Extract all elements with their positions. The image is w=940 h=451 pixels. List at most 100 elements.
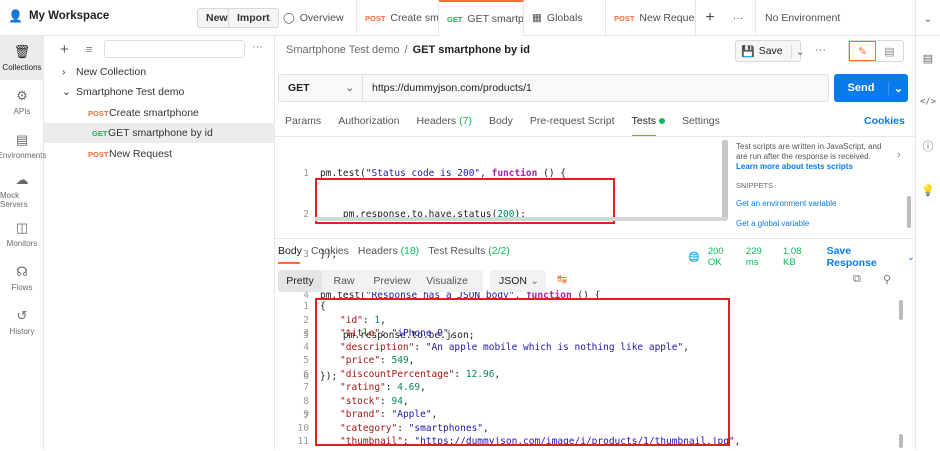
line-number: 8 bbox=[303, 395, 309, 407]
request-tabs: ◯ Overview POST Create sm GET GET smartp… bbox=[275, 0, 752, 36]
cookies-link[interactable]: Cookies bbox=[864, 115, 905, 127]
chevron-right-icon[interactable]: › bbox=[897, 149, 901, 161]
tab-raw[interactable]: Raw bbox=[322, 275, 366, 287]
tree-collection[interactable]: ⌄ Smartphone Test demo bbox=[44, 82, 275, 102]
environment-selector[interactable]: No Environment bbox=[755, 0, 915, 36]
format-select[interactable]: JSON ⌄ bbox=[490, 270, 546, 292]
url-input[interactable]: https://dummyjson.com/products/1 bbox=[363, 82, 532, 94]
tab-headers[interactable]: Headers (7) bbox=[416, 115, 471, 131]
rail-flows[interactable]: ☊ Flows bbox=[0, 256, 44, 300]
rail-mock-servers[interactable]: ☁ Mock Servers bbox=[0, 168, 44, 212]
method-badge: POST bbox=[365, 13, 386, 23]
send-button[interactable]: Send ⌄ bbox=[834, 74, 908, 102]
line-number: 5 bbox=[303, 355, 309, 366]
tab-test-results[interactable]: Test Results (2/2) bbox=[428, 245, 510, 257]
breadcrumb-collection[interactable]: Smartphone Test demo bbox=[286, 44, 400, 56]
method-label: GET bbox=[288, 82, 310, 94]
globals-icon: ▦ bbox=[532, 12, 542, 24]
info-icon[interactable]: ⓘ bbox=[916, 124, 940, 168]
rail-label: Collections bbox=[2, 63, 42, 72]
apis-icon: ⚙ bbox=[16, 88, 28, 103]
save-response-button[interactable]: Save Response bbox=[827, 245, 899, 269]
add-collection-plus-icon[interactable]: + bbox=[60, 41, 69, 58]
right-rail: ▤ </> ⓘ 💡 bbox=[915, 36, 940, 450]
comments-icon[interactable]: ▤ bbox=[876, 41, 903, 61]
tab-pre-request-script[interactable]: Pre-request Script bbox=[530, 115, 615, 131]
tab-authorization[interactable]: Authorization bbox=[338, 115, 399, 131]
chevron-down-icon[interactable]: ⌄ bbox=[790, 44, 805, 58]
tree-item-new-request[interactable]: POST New Request bbox=[44, 144, 275, 164]
search-icon[interactable]: ⚲ bbox=[883, 273, 891, 286]
tree-new-collection[interactable]: › New Collection bbox=[44, 62, 275, 82]
tab-params[interactable]: Params bbox=[285, 115, 321, 131]
scrollbar[interactable] bbox=[899, 300, 903, 320]
more-options-icon[interactable]: ··· bbox=[815, 44, 826, 56]
chevron-down-icon[interactable]: ⌄ bbox=[888, 81, 908, 95]
scrollbar[interactable] bbox=[722, 140, 728, 220]
tab-tests[interactable]: Tests bbox=[631, 115, 665, 137]
rail-label: APIs bbox=[13, 107, 31, 116]
scrollbar[interactable] bbox=[899, 434, 903, 448]
breadcrumb: Smartphone Test demo / GET smartphone by… bbox=[286, 44, 530, 56]
line-number: 2 bbox=[303, 314, 309, 326]
overview-icon: ◯ bbox=[283, 12, 295, 24]
tests-count: (2/2) bbox=[488, 245, 510, 257]
rail-history[interactable]: ↺ History bbox=[0, 300, 44, 344]
history-icon: ↺ bbox=[16, 308, 28, 323]
horizontal-scrollbar[interactable] bbox=[315, 217, 727, 221]
rail-environments[interactable]: ▤ Environments bbox=[0, 124, 46, 168]
tab-response-cookies[interactable]: Cookies bbox=[311, 245, 349, 257]
learn-more-link[interactable]: Learn more about tests scripts bbox=[736, 162, 891, 172]
tab-pretty[interactable]: Pretty bbox=[278, 270, 322, 292]
tab-label: Overview bbox=[299, 12, 344, 24]
tab-overview[interactable]: ◯ Overview bbox=[275, 0, 357, 36]
code-icon[interactable]: </> bbox=[916, 80, 940, 124]
divider bbox=[275, 136, 915, 137]
method-badge: GET bbox=[92, 128, 108, 138]
request-option-tabs: Params Authorization Headers (7) Body Pr… bbox=[285, 115, 905, 137]
headers-count: (7) bbox=[459, 115, 472, 127]
new-tab-plus-icon[interactable]: + bbox=[696, 0, 724, 36]
method-select[interactable]: GET ⌄ bbox=[279, 75, 363, 101]
workspace-selector[interactable]: 👤 My Workspace bbox=[8, 9, 109, 23]
tree-item-get-smartphone[interactable]: GET GET smartphone by id bbox=[44, 123, 275, 143]
snippet-link[interactable]: Get an environment variable bbox=[736, 199, 891, 209]
more-options-icon[interactable]: ··· bbox=[252, 41, 263, 53]
tab-visualize[interactable]: Visualize bbox=[418, 275, 476, 287]
filter-icon[interactable]: ≡ bbox=[86, 44, 92, 56]
tab-response-headers[interactable]: Headers (18) bbox=[358, 245, 419, 257]
tab-preview[interactable]: Preview bbox=[366, 275, 418, 287]
tab-create-smartphone[interactable]: POST Create sm bbox=[357, 0, 439, 36]
chevron-down-icon[interactable]: ⌄ bbox=[915, 0, 940, 36]
save-icon: 💾 bbox=[741, 45, 755, 58]
wrap-lines-icon[interactable]: ↹ bbox=[557, 272, 567, 286]
edit-icon[interactable]: ✎ bbox=[849, 41, 876, 61]
chevron-down-icon: ⌄ bbox=[530, 275, 539, 287]
snippet-link[interactable]: Get a global variable bbox=[736, 219, 891, 229]
rail-apis[interactable]: ⚙ APIs bbox=[0, 80, 44, 124]
documentation-icon[interactable]: ▤ bbox=[916, 36, 940, 80]
tests-help: Test scripts are written in JavaScript, … bbox=[736, 142, 891, 229]
save-button[interactable]: 💾 Save ⌄ bbox=[735, 40, 805, 62]
rail-label: Monitors bbox=[6, 239, 38, 248]
rail-monitors[interactable]: ◫ Monitors bbox=[0, 212, 44, 256]
rail-collections[interactable]: 🗑 Collections bbox=[0, 36, 44, 80]
tab-globals[interactable]: ▦ Globals bbox=[524, 0, 606, 36]
lightbulb-icon[interactable]: 💡 bbox=[916, 168, 940, 212]
tab-response-body[interactable]: Body bbox=[278, 245, 302, 264]
copy-icon[interactable]: ⧉ bbox=[853, 273, 861, 286]
search-input[interactable] bbox=[104, 40, 245, 58]
tree-label: GET smartphone by id bbox=[108, 127, 213, 139]
tree-item-create-smartphone[interactable]: POST Create smartphone bbox=[44, 103, 275, 123]
rail-label: Flows bbox=[11, 283, 33, 292]
tab-body[interactable]: Body bbox=[489, 115, 513, 131]
import-button[interactable]: Import bbox=[228, 8, 279, 28]
save-label: Save bbox=[758, 45, 783, 57]
tab-new-request[interactable]: POST New Reques bbox=[606, 0, 696, 36]
tab-get-smartphone[interactable]: GET GET smartp bbox=[439, 0, 524, 36]
scrollbar[interactable] bbox=[907, 196, 911, 228]
chevron-down-icon[interactable]: ⌄ bbox=[907, 252, 915, 263]
more-tabs-icon[interactable]: ··· bbox=[724, 0, 752, 36]
line-number: 1 bbox=[303, 301, 309, 312]
tab-settings[interactable]: Settings bbox=[682, 115, 720, 131]
